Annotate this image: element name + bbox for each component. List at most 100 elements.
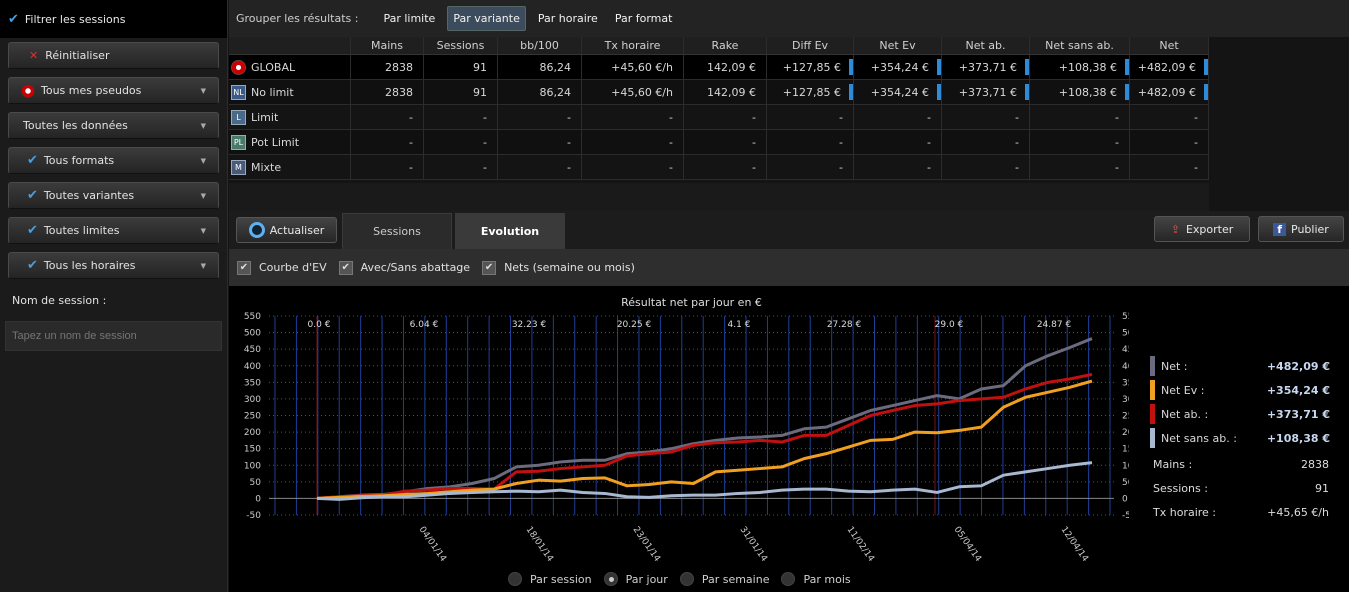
checkbox-checked-icon[interactable]: ✔ [237, 260, 251, 275]
y-tick-label-right: -50 [1122, 511, 1129, 521]
table-cell: - [854, 130, 942, 154]
column-header[interactable]: Net Ev [854, 37, 942, 54]
refresh-button[interactable]: Actualiser [236, 217, 337, 243]
table-cell: - [1030, 105, 1130, 129]
row-name: Pot Limit [251, 135, 300, 149]
table-cell: - [498, 155, 582, 179]
legend-item[interactable]: Net Ev : +354,24 € [1150, 380, 1340, 400]
stat-value: 2838 [1301, 458, 1329, 471]
column-header[interactable]: Mains [351, 37, 424, 54]
filter-sessions-header[interactable]: ✔ Filtrer les sessions [0, 0, 227, 38]
table-cell: +45,60 €/h [582, 80, 684, 104]
y-tick-label-left: 550 [244, 312, 261, 322]
export-button[interactable]: ⇪ Exporter [1154, 216, 1250, 242]
cell-value: - [839, 160, 843, 174]
series-line [316, 461, 1093, 501]
table-row[interactable]: L Limit - - - - - - - - - - [229, 105, 1209, 130]
group-by-format[interactable]: Par format [610, 7, 678, 30]
chevron-down-icon: ▼ [200, 262, 206, 270]
week-total-label: 29.0 € [935, 320, 964, 330]
checkbox-checked-icon[interactable]: ✔ [482, 260, 497, 275]
limits-dropdown[interactable]: ✔ Toutes limites ▼ [8, 217, 219, 244]
column-header[interactable]: bb/100 [498, 37, 582, 54]
column-header[interactable]: Net ab. [942, 37, 1030, 54]
table-row[interactable]: PL Pot Limit - - - - - - - - - - [229, 130, 1209, 155]
cell-value: - [1115, 135, 1119, 149]
x-tick-label: 05/04/14 [952, 525, 984, 564]
formats-dropdown[interactable]: ✔ Tous formats ▼ [8, 147, 219, 174]
publish-button[interactable]: f Publier [1258, 216, 1344, 242]
column-header[interactable]: Rake [684, 37, 767, 54]
radio-button-icon[interactable] [603, 572, 618, 586]
data-dropdown[interactable]: Toutes les données ▼ [8, 112, 219, 139]
table-row[interactable]: GLOBAL 2838 91 86,24 +45,60 €/h 142,09 € +127,… [229, 55, 1209, 80]
cell-value: - [1194, 160, 1198, 174]
table-header-row: Mains Sessions bb/100 Tx horaire Rake Diff Ev… [229, 37, 1209, 55]
radio-button-icon[interactable] [508, 572, 522, 586]
radio-option[interactable]: Par jour [603, 572, 668, 586]
option-rakeback[interactable]: ✔ Avec/Sans abattage [338, 260, 470, 275]
legend-item[interactable]: Net sans ab. : +108,38 € [1150, 428, 1340, 448]
column-header[interactable]: Diff Ev [767, 37, 854, 54]
option-ev-curve[interactable]: ✔ Courbe d'EV [237, 260, 327, 275]
chart-title: Résultat net par jour en € [621, 296, 762, 309]
cell-value: - [483, 110, 487, 124]
cell-value: - [927, 110, 931, 124]
radio-option[interactable]: Par mois [781, 572, 851, 586]
legend-item[interactable]: Net ab. : +373,71 € [1150, 404, 1340, 424]
cell-value: - [752, 110, 756, 124]
table-cell: +354,24 € [854, 80, 942, 104]
group-by-limit[interactable]: Par limite [378, 7, 440, 30]
export-icon: ⇪ [1170, 222, 1180, 236]
table-cell: - [854, 105, 942, 129]
y-tick-label-left: 100 [244, 461, 261, 471]
variant-badge: PL [231, 134, 246, 150]
table-cell: - [1130, 155, 1209, 179]
tab-evolution-label: Evolution [480, 225, 540, 238]
group-by-hour[interactable]: Par horaire [533, 7, 603, 30]
table-row[interactable]: NL No limit 2838 91 86,24 +45,60 €/h 142,09 € +… [229, 80, 1209, 105]
option-nets[interactable]: ✔ Nets (semaine ou mois) [482, 260, 635, 275]
session-name-input[interactable] [5, 321, 222, 351]
x-tick-label: 23/01/14 [631, 525, 663, 564]
table-cell: +127,85 € [767, 55, 854, 79]
group-by-variant[interactable]: Par variante [447, 6, 526, 31]
legend-item[interactable]: Net : +482,09 € [1150, 356, 1340, 376]
row-name-cell: M Mixte [229, 155, 351, 179]
stat-label: Sessions : [1153, 482, 1208, 495]
column-header[interactable]: Net sans ab. [1030, 37, 1130, 54]
cell-value: - [669, 135, 673, 149]
y-tick-label-right: 450 [1122, 345, 1129, 355]
pseudos-dropdown[interactable]: Tous mes pseudos ▼ [8, 77, 219, 104]
variants-dropdown[interactable]: ✔ Toutes variantes ▼ [8, 182, 219, 209]
column-header[interactable]: Tx horaire [582, 37, 684, 54]
cell-value: 142,09 € [707, 60, 756, 74]
reset-button[interactable]: ✕ Réinitialiser [8, 42, 219, 69]
column-header[interactable]: Sessions [424, 37, 498, 54]
app-root: ✔ Filtrer les sessions ✕ Réinitialiser T… [0, 0, 1349, 592]
table-row[interactable]: M Mixte - - - - - - - - - - [229, 155, 1209, 180]
checkbox-checked-icon[interactable]: ✔ [338, 260, 353, 275]
variants-label: Toutes variantes [43, 189, 135, 202]
check-icon: ✔ [8, 11, 19, 27]
cell-value: - [839, 110, 843, 124]
refresh-icon [248, 222, 265, 238]
table-cell: 142,09 € [684, 55, 767, 79]
radio-option[interactable]: Par session [508, 572, 592, 586]
tab-evolution[interactable]: Evolution [455, 213, 565, 249]
radio-button-icon[interactable] [679, 572, 694, 586]
table-cell: - [582, 105, 684, 129]
hours-dropdown[interactable]: ✔ Tous les horaires ▼ [8, 252, 219, 279]
y-tick-label-right: 500 [1122, 329, 1129, 339]
column-header[interactable]: Net [1130, 37, 1209, 54]
value-bar [1204, 84, 1208, 100]
cell-value: - [409, 160, 413, 174]
column-header[interactable] [229, 37, 351, 54]
radio-button-icon[interactable] [781, 572, 796, 586]
value-bar [849, 84, 853, 100]
granularity-radios: Par session Par jour Par semaine Par mois [508, 572, 863, 586]
legend-label: Net : [1161, 359, 1188, 373]
radio-option[interactable]: Par semaine [679, 572, 769, 586]
cell-value: - [1015, 135, 1019, 149]
tab-sessions[interactable]: Sessions [342, 213, 452, 249]
